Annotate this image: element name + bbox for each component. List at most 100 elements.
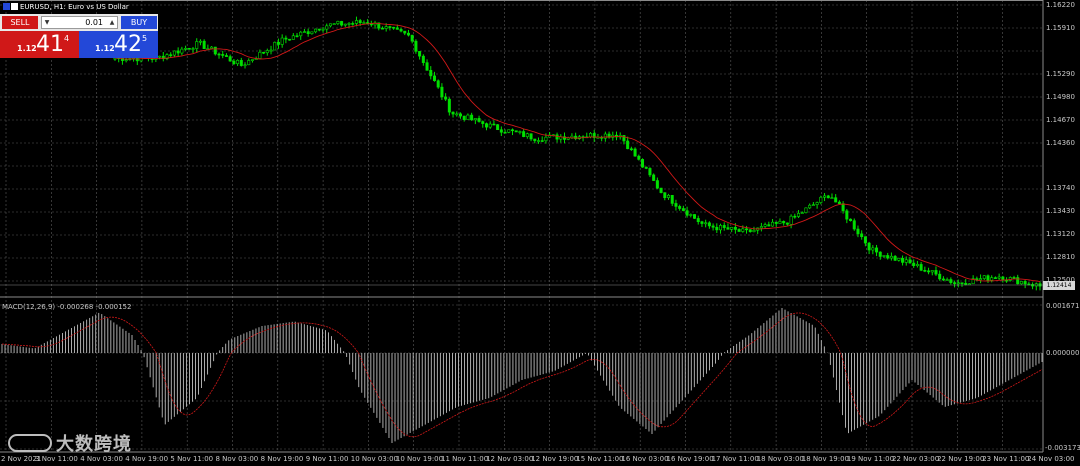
panel-header: EURUSD, H1: Euro vs US Dollar <box>0 0 158 14</box>
candle-body <box>652 174 656 181</box>
candle-body <box>510 129 514 132</box>
chevron-up-icon[interactable]: ▲ <box>107 17 117 28</box>
candle-body <box>997 276 1001 279</box>
sell-button[interactable]: SELL <box>2 16 38 29</box>
price-axis-label: 1.16220 <box>1046 1 1075 9</box>
candle-body <box>949 279 953 283</box>
candle-body <box>993 277 997 279</box>
candle-body <box>503 131 507 134</box>
sell-price-button[interactable]: 1.12 41 4 <box>0 31 79 58</box>
price-axis-label: 1.14670 <box>1046 116 1075 124</box>
flag-icon <box>3 3 10 10</box>
candle-body <box>767 224 771 227</box>
candle-body <box>871 247 875 251</box>
candle-body <box>158 55 162 58</box>
moving-average-line <box>114 22 1041 283</box>
sell-price-big: 41 <box>36 32 64 57</box>
candle-body <box>224 55 228 57</box>
candle-body <box>399 29 403 32</box>
time-axis-label: 12 Nov 03:00 <box>486 455 534 463</box>
candle-body <box>722 225 726 228</box>
macd-axis-label: 0.001671 <box>1046 302 1080 310</box>
time-axis-label: 23 Nov 11:00 <box>982 455 1030 463</box>
candle-body <box>306 31 310 34</box>
candle-body <box>923 269 927 272</box>
candle-body <box>982 275 986 279</box>
candle-body <box>759 226 763 229</box>
buy-button[interactable]: BUY <box>121 16 157 29</box>
candle-body <box>403 30 407 34</box>
time-axis-label: 19 Nov 11:00 <box>846 455 895 463</box>
candle-body <box>395 27 399 30</box>
candle-body <box>603 133 607 139</box>
candle-body <box>904 259 908 263</box>
candle-body <box>719 225 723 231</box>
time-axis-label: 16 Nov 19:00 <box>666 455 714 463</box>
candle-body <box>262 51 266 54</box>
chevron-down-icon[interactable]: ▼ <box>42 17 52 28</box>
candle-body <box>525 133 529 137</box>
candle-body <box>915 264 919 266</box>
candle-body <box>332 23 336 25</box>
sell-price-sup: 4 <box>64 34 70 43</box>
candle-body <box>295 35 299 38</box>
price-axis-label: 1.12810 <box>1046 253 1075 261</box>
price-axis-label: 1.13120 <box>1046 230 1075 238</box>
candle-body <box>934 270 938 275</box>
chart-canvas[interactable] <box>0 0 1080 466</box>
candle-body <box>941 278 945 281</box>
candle-body <box>897 257 901 261</box>
buy-price-sup: 5 <box>142 34 148 43</box>
candle-body <box>217 53 221 56</box>
candle-body <box>670 195 674 204</box>
time-axis-label: 11 Nov 11:00 <box>441 455 489 463</box>
candle-body <box>748 229 752 233</box>
lot-size-input[interactable]: ▼ 0.01 ▲ <box>41 16 118 29</box>
time-axis-label: 8 Nov 19:00 <box>260 455 304 463</box>
candle-body <box>752 229 756 233</box>
candle-body <box>960 282 964 285</box>
candle-body <box>863 236 867 244</box>
candle-body <box>726 227 730 230</box>
candle-body <box>243 64 247 67</box>
candle-body <box>458 113 462 117</box>
candle-body <box>529 133 533 140</box>
candle-body <box>536 140 540 142</box>
candle-body <box>462 115 466 120</box>
candle-body <box>967 283 971 286</box>
candle-body <box>778 221 782 224</box>
candle-body <box>444 96 448 100</box>
candle-body <box>198 40 202 43</box>
candle-body <box>488 123 492 128</box>
buy-price-button[interactable]: 1.12 42 5 <box>79 31 158 58</box>
candle-body <box>347 23 351 25</box>
candle-body <box>481 121 485 124</box>
candle-body <box>210 46 214 49</box>
candle-body <box>340 21 344 26</box>
candle-body <box>763 224 767 227</box>
time-axis-label: 22 Nov 19:00 <box>937 455 985 463</box>
candle-body <box>213 46 217 55</box>
candle-body <box>276 41 280 45</box>
candle-body <box>841 203 845 212</box>
candle-body <box>678 206 682 209</box>
candle-body <box>496 124 500 131</box>
candle-body <box>811 204 815 206</box>
candle-body <box>418 51 422 57</box>
candle-body <box>685 210 689 216</box>
time-axis-label: 10 Nov 03:00 <box>350 455 398 463</box>
price-axis-label: 1.14360 <box>1046 139 1075 147</box>
candle-body <box>514 130 518 133</box>
candle-body <box>893 255 897 261</box>
macd-histogram <box>1 308 1043 443</box>
time-axis-label: 12 Nov 19:00 <box>531 455 579 463</box>
candle-body <box>191 48 195 50</box>
candle-body <box>380 27 384 30</box>
candle-body <box>856 228 860 235</box>
one-click-trading-panel: EURUSD, H1: Euro vs US Dollar SELL ▼ 0.0… <box>0 0 158 58</box>
candle-body <box>908 259 912 264</box>
candle-body <box>451 111 455 115</box>
candle-body <box>291 35 295 40</box>
current-price-tag: 1.12414 <box>1043 281 1075 290</box>
candle-body <box>930 270 934 273</box>
